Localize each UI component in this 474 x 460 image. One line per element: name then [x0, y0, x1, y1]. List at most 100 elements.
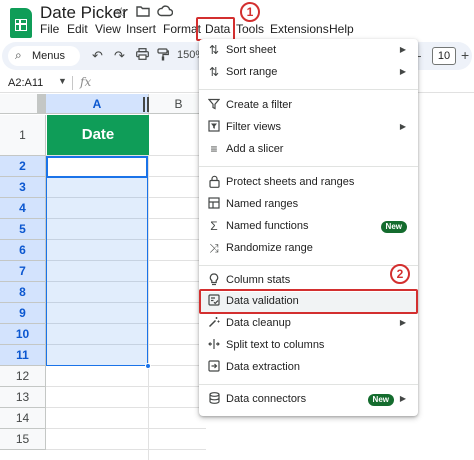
menu-item-label: Split text to columns: [226, 339, 325, 351]
paint-format-icon[interactable]: [157, 48, 169, 64]
print-icon[interactable]: [136, 48, 149, 63]
row-header[interactable]: 9: [0, 303, 46, 324]
data-menu-dropdown: ⇅ Sort sheet ▶ ⇅ Sort range ▶ Create a f…: [199, 39, 418, 416]
menu-edit[interactable]: Edit: [67, 22, 88, 36]
menu-item-label: Named functions: [226, 220, 309, 232]
row-header[interactable]: 5: [0, 219, 46, 240]
extraction-icon: [207, 360, 221, 375]
star-icon[interactable]: ☆: [115, 4, 128, 21]
row-header[interactable]: 2: [0, 156, 46, 177]
sort-icon: ⇅: [208, 43, 220, 57]
row-header[interactable]: 14: [0, 408, 46, 429]
data-menu-highlight: [196, 17, 235, 41]
undo-icon[interactable]: ↶: [92, 48, 103, 64]
chevron-down-icon[interactable]: ▼: [58, 76, 67, 86]
search-icon: ⌕: [15, 48, 22, 62]
row-header[interactable]: 15: [0, 429, 46, 450]
row-header[interactable]: 3: [0, 177, 46, 198]
row-grid-line: [46, 407, 206, 408]
menus-label: Menus: [32, 50, 66, 62]
increase-font-size-button[interactable]: +: [461, 47, 469, 63]
row-header[interactable]: 6: [0, 240, 46, 261]
submenu-arrow-icon: ▶: [399, 394, 406, 403]
row-grid-line: [46, 428, 206, 429]
menu-item-data-extraction[interactable]: Data extraction: [199, 358, 418, 378]
menu-tools[interactable]: Tools: [236, 22, 264, 36]
lock-icon: [207, 175, 221, 191]
row-grid-line: [46, 449, 206, 450]
row-header[interactable]: 4: [0, 198, 46, 219]
menu-item-sort-sheet[interactable]: ⇅ Sort sheet ▶: [199, 41, 418, 61]
menu-item-add-slicer[interactable]: ≡ Add a slicer: [199, 140, 418, 160]
sheets-logo[interactable]: [10, 8, 32, 38]
menu-item-create-filter[interactable]: Create a filter: [199, 96, 418, 116]
menu-item-data-cleanup[interactable]: Data cleanup ▶: [199, 314, 418, 334]
new-badge: New: [380, 221, 407, 233]
menu-item-label: Protect sheets and ranges: [226, 176, 355, 188]
row-header[interactable]: 12: [0, 366, 46, 387]
menu-item-label: Create a filter: [226, 99, 293, 111]
row-header[interactable]: 11: [0, 345, 46, 366]
row-header[interactable]: 13: [0, 387, 46, 408]
lightbulb-icon: [207, 273, 221, 289]
submenu-arrow-icon: ▶: [399, 67, 406, 76]
split-columns-icon: [207, 338, 221, 353]
row-grid-line: [46, 386, 206, 387]
menus-search-button[interactable]: ⌕ Menus: [8, 46, 80, 66]
divider: [72, 76, 73, 90]
menu-extensions[interactable]: Extensions: [270, 22, 329, 36]
data-validation-highlight: [199, 289, 418, 314]
active-cell-a2[interactable]: [46, 156, 148, 178]
cloud-status-icon[interactable]: [157, 4, 174, 20]
menu-separator: [199, 89, 418, 90]
menu-file[interactable]: File: [40, 22, 59, 36]
column-header-a[interactable]: A: [46, 94, 149, 114]
shuffle-icon: ⤨: [209, 241, 219, 255]
menu-item-label: Filter views: [226, 121, 282, 133]
menu-item-sort-range[interactable]: ⇅ Sort range ▶: [199, 63, 418, 83]
row-header[interactable]: 7: [0, 261, 46, 282]
menu-item-filter-views[interactable]: Filter views ▶: [199, 118, 418, 138]
font-size-input[interactable]: 10: [432, 47, 456, 65]
menu-item-label: Column stats: [226, 274, 291, 286]
menu-item-column-stats[interactable]: Column stats: [199, 271, 418, 291]
magic-wand-icon: [207, 316, 221, 331]
submenu-arrow-icon: ▶: [399, 318, 406, 327]
step-2-badge: 2: [390, 264, 410, 284]
selected-range[interactable]: [46, 156, 148, 366]
menu-view[interactable]: View: [95, 22, 121, 36]
submenu-arrow-icon: ▶: [399, 122, 406, 131]
column-divider: [148, 114, 149, 460]
filter-views-icon: [207, 120, 221, 135]
menu-item-label: Add a slicer: [226, 143, 284, 155]
menu-item-named-ranges[interactable]: Named ranges: [199, 195, 418, 215]
menu-item-label: Named ranges: [226, 198, 299, 210]
menu-separator: [199, 166, 418, 167]
filter-icon: [207, 98, 221, 113]
name-box[interactable]: A2:A11: [8, 77, 43, 89]
menu-item-protect-sheets[interactable]: Protect sheets and ranges: [199, 173, 418, 193]
move-to-folder-icon[interactable]: [136, 4, 150, 20]
row-header[interactable]: 1: [0, 115, 46, 156]
row-header[interactable]: 10: [0, 324, 46, 345]
menu-item-data-connectors[interactable]: Data connectors New ▶: [199, 390, 418, 410]
menu-item-label: Data extraction: [226, 361, 300, 373]
date-header-cell[interactable]: Date: [47, 115, 149, 155]
submenu-arrow-icon: ▶: [399, 45, 406, 54]
menu-item-label: Randomize range: [226, 242, 313, 254]
menu-item-split-text[interactable]: Split text to columns: [199, 336, 418, 356]
menu-item-randomize-range[interactable]: ⤨ Randomize range: [199, 239, 418, 259]
row-header[interactable]: 8: [0, 282, 46, 303]
menu-item-named-functions[interactable]: Σ Named functions New: [199, 217, 418, 237]
menu-help[interactable]: Help: [329, 22, 354, 36]
menu-separator: [199, 265, 418, 266]
fill-handle[interactable]: [145, 363, 151, 369]
select-all-corner[interactable]: [0, 94, 46, 114]
menu-item-label: Sort range: [226, 66, 278, 78]
menu-item-label: Sort sheet: [226, 44, 277, 56]
column-resize-handle[interactable]: [143, 97, 149, 112]
redo-icon[interactable]: ↷: [114, 48, 125, 64]
menu-insert[interactable]: Insert: [126, 22, 156, 36]
slicer-icon: ≡: [210, 142, 218, 156]
menu-item-label: Data connectors: [226, 393, 307, 405]
